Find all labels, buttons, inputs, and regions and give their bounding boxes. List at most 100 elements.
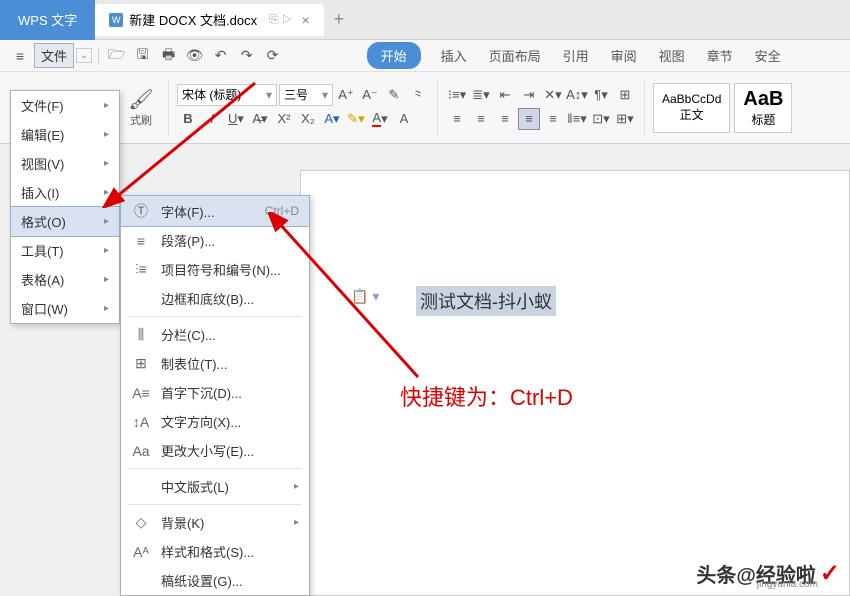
align-right-icon[interactable]: ≡ (494, 108, 516, 130)
paste-options-icon[interactable]: 📋 ▾ (351, 288, 379, 305)
font-name-select[interactable]: 宋体 (标题)▾ (177, 84, 277, 106)
submenu-item-background[interactable]: ◇背景(K)▸ (121, 508, 309, 537)
submenu-item-text-direction[interactable]: ↕A文字方向(X)... (121, 407, 309, 436)
numbering-icon[interactable]: ≣▾ (470, 84, 492, 106)
menu-separator (129, 316, 301, 317)
submenu-item-genkou[interactable]: 稿纸设置(G)... (121, 566, 309, 595)
undo-icon[interactable]: ↶ (209, 44, 233, 68)
distribute-icon[interactable]: ≡ (542, 108, 564, 130)
watermark: 头条@经验啦 ✓ jingyanla.com (696, 559, 840, 588)
submenu-item-paragraph[interactable]: ≡段落(P)... (121, 226, 309, 255)
line-spacing-icon[interactable]: ‖≡▾ (566, 108, 588, 130)
tab-layout[interactable]: 页面布局 (487, 42, 543, 69)
tab-start[interactable]: 开始 (367, 42, 421, 69)
char-shading-icon[interactable]: A (393, 108, 415, 130)
redo-icon[interactable]: ↷ (235, 44, 259, 68)
submenu-item-tabs[interactable]: ⊞制表位(T)... (121, 349, 309, 378)
align-left-icon[interactable]: ≡ (446, 108, 468, 130)
tab-insert[interactable]: 插入 (439, 42, 469, 69)
refresh-icon[interactable]: ⟳ (261, 44, 285, 68)
menu-item-table[interactable]: 表格(A)▸ (11, 265, 119, 294)
file-menu-button[interactable]: 文件 (34, 43, 74, 68)
app-tab[interactable]: WPS 文字 (0, 0, 95, 40)
bold-icon[interactable]: B (177, 108, 199, 130)
styles-icon: Aᴬ (131, 544, 151, 560)
menu-item-tools[interactable]: 工具(T)▸ (11, 236, 119, 265)
hamburger-icon[interactable]: ≡ (8, 44, 32, 68)
doc-name: 新建 DOCX 文档.docx (129, 10, 257, 29)
tab-view[interactable]: 视图 (657, 42, 687, 69)
align-justify-icon[interactable]: ≡ (518, 108, 540, 130)
menu-item-insert[interactable]: 插入(I)▸ (11, 178, 119, 207)
decrease-font-icon[interactable]: A⁻ (359, 84, 381, 106)
preview-icon[interactable]: 👁 (183, 44, 207, 68)
save-icon[interactable]: 🖫 (131, 44, 155, 68)
font-size-select[interactable]: 三号▾ (279, 84, 333, 106)
selected-text[interactable]: 测试文档-抖小蚁 (416, 286, 556, 316)
paragraph-group: ⁝≡▾ ≣▾ ⇤ ⇥ ✕▾ A↕▾ ¶▾ ⊞ ≡ ≡ ≡ ≡ ≡ ‖≡▾ ⊡▾ … (446, 84, 636, 132)
align-center-icon[interactable]: ≡ (470, 108, 492, 130)
submenu-item-change-case[interactable]: Aa更改大小写(E)... (121, 436, 309, 465)
text-effect-icon[interactable]: A▾ (321, 108, 343, 130)
check-icon: ✓ (820, 559, 840, 588)
shading-icon[interactable]: ⊡▾ (590, 108, 612, 130)
style-heading[interactable]: AaB 标题 (734, 83, 792, 133)
submenu-item-dropcap[interactable]: A≡首字下沉(D)... (121, 378, 309, 407)
highlight-icon[interactable]: ✎▾ (345, 108, 367, 130)
bullets-icon[interactable]: ⁝≡▾ (446, 84, 468, 106)
annotation-text: 快捷键为：Ctrl+D (400, 380, 573, 412)
border-icon[interactable]: ⊞ (614, 84, 636, 106)
paragraph-icon: ≡ (131, 233, 151, 249)
sort-icon[interactable]: A↕▾ (566, 84, 588, 106)
tab-review[interactable]: 审阅 (609, 42, 639, 69)
open-icon[interactable]: 🗁 (105, 44, 129, 68)
tabs-icon: ⊞ (131, 355, 151, 372)
increase-indent-icon[interactable]: ⇥ (518, 84, 540, 106)
clear-format-icon[interactable]: ✎ (383, 84, 405, 106)
columns-icon: ⫼ (131, 326, 151, 343)
tab-reference[interactable]: 引用 (561, 42, 591, 69)
submenu-item-asian[interactable]: 中文版式(L)▸ (121, 472, 309, 501)
strikethrough-icon[interactable]: A̶▾ (249, 108, 271, 130)
menu-item-format[interactable]: 格式(O)▸ (10, 206, 120, 237)
submenu-item-font[interactable]: Ⓣ 字体(F)... Ctrl+D (120, 195, 310, 227)
superscript-icon[interactable]: X² (273, 108, 295, 130)
menu-item-edit[interactable]: 编辑(E)▸ (11, 120, 119, 149)
submenu-item-bullets[interactable]: ⫶≡项目符号和编号(N)... (121, 255, 309, 284)
subscript-icon[interactable]: X₂ (297, 108, 319, 130)
document-tab[interactable]: W 新建 DOCX 文档.docx ⎘ ▷ × (95, 4, 324, 36)
submenu-item-borders[interactable]: 边框和底纹(B)... (121, 284, 309, 313)
file-dropdown-menu: 文件(F)▸ 编辑(E)▸ 视图(V)▸ 插入(I)▸ 格式(O)▸ 工具(T)… (10, 90, 120, 324)
close-icon[interactable]: × (302, 12, 310, 28)
tab-status-icon: ⎘ ▷ (269, 12, 292, 27)
show-marks-icon[interactable]: ¶▾ (590, 84, 612, 106)
phonetic-icon[interactable]: ⺀ (407, 84, 429, 106)
font-color-icon[interactable]: A▾ (369, 108, 391, 130)
style-normal[interactable]: AaBbCcDd 正文 (653, 83, 730, 133)
tabs-icon[interactable]: ⊞▾ (614, 108, 636, 130)
tab-chapter[interactable]: 章节 (705, 42, 735, 69)
decrease-indent-icon[interactable]: ⇤ (494, 84, 516, 106)
dropcap-icon: A≡ (131, 385, 151, 401)
menu-separator (129, 504, 301, 505)
print-icon[interactable]: 🖶 (157, 44, 181, 68)
bullets-icon: ⫶≡ (131, 261, 151, 278)
increase-font-icon[interactable]: A⁺ (335, 84, 357, 106)
submenu-item-styles[interactable]: Aᴬ样式和格式(S)... (121, 537, 309, 566)
tab-security[interactable]: 安全 (753, 42, 783, 69)
submenu-item-columns[interactable]: ⫼分栏(C)... (121, 320, 309, 349)
doc-icon: W (109, 13, 123, 27)
italic-icon[interactable]: I (201, 108, 223, 130)
styles-group: AaBbCcDd 正文 AaB 标题 (653, 83, 792, 133)
document-page[interactable]: 📋 ▾ 测试文档-抖小蚁 (300, 170, 850, 596)
menu-item-view[interactable]: 视图(V)▸ (11, 149, 119, 178)
chevron-down-icon[interactable]: ⌄ (76, 48, 92, 63)
menu-item-window[interactable]: 窗口(W)▸ (11, 294, 119, 323)
spacing-icon[interactable]: ✕▾ (542, 84, 564, 106)
new-tab-button[interactable]: + (324, 9, 354, 30)
font-group: 宋体 (标题)▾ 三号▾ A⁺ A⁻ ✎ ⺀ B I U▾ A̶▾ X² X₂ … (177, 84, 429, 132)
format-submenu: Ⓣ 字体(F)... Ctrl+D ≡段落(P)... ⫶≡项目符号和编号(N)… (120, 195, 310, 596)
format-painter-button[interactable]: 🖌 式刷 (122, 84, 160, 132)
menu-item-file[interactable]: 文件(F)▸ (11, 91, 119, 120)
underline-icon[interactable]: U▾ (225, 108, 247, 130)
